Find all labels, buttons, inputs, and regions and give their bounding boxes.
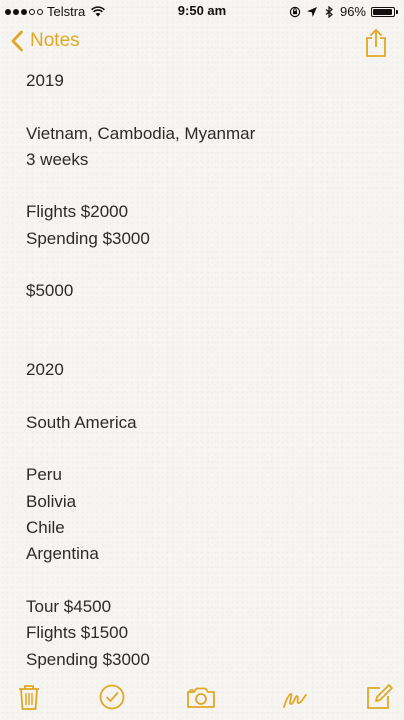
note-line: Spending $3000 [26, 228, 150, 248]
note-line: Flights $2000 [26, 202, 129, 222]
note-line: Chile [26, 518, 65, 538]
share-icon[interactable] [364, 28, 388, 58]
compose-icon[interactable] [364, 682, 394, 712]
note-line: 3 weeks [26, 149, 89, 169]
nav-bar: Notes [0, 22, 404, 68]
note-blank-line [26, 384, 386, 410]
note-blank-line [26, 173, 386, 199]
sketch-icon[interactable] [280, 682, 310, 712]
note-body[interactable]: 2019 Vietnam, Cambodia, Myanmar 3 weeks Fli… [26, 68, 386, 673]
note-line: 2020 [26, 360, 64, 380]
note-line: Flights $1500 [26, 623, 129, 643]
note-blank-line [26, 252, 386, 278]
note-line: Spending $3000 [26, 649, 150, 669]
bluetooth-icon [325, 5, 333, 18]
orientation-lock-icon [289, 6, 301, 17]
battery-body [371, 6, 395, 17]
note-line: Tour $4500 [26, 596, 112, 616]
note-line: South America [26, 412, 137, 432]
battery-tip [396, 9, 398, 14]
note-line: Bolivia [26, 491, 77, 511]
note-line: Peru [26, 465, 62, 485]
back-label: Notes [30, 30, 80, 51]
battery-icon [371, 6, 398, 17]
bottom-toolbar [0, 676, 404, 720]
trash-icon[interactable] [14, 682, 44, 712]
checklist-icon[interactable] [97, 682, 127, 712]
status-right: 96% [289, 4, 398, 19]
note-line: Vietnam, Cambodia, Myanmar [26, 123, 256, 143]
back-button[interactable]: Notes [10, 30, 80, 52]
battery-percent: 96% [339, 4, 366, 19]
note-line: 2019 [26, 71, 64, 90]
note-line: $5000 [26, 281, 74, 301]
note-blank-line [26, 94, 386, 120]
note-blank-line [26, 568, 386, 594]
battery-fill [373, 8, 393, 15]
chevron-left-icon [11, 30, 23, 52]
note-blank-line [26, 305, 386, 331]
status-bar: Telstra 9:50 am 96% [0, 0, 404, 22]
note-line: Argentina [26, 544, 99, 564]
location-icon [306, 6, 317, 17]
note-blank-line [26, 436, 386, 462]
camera-icon[interactable] [186, 682, 216, 712]
note-blank-line [26, 331, 386, 357]
